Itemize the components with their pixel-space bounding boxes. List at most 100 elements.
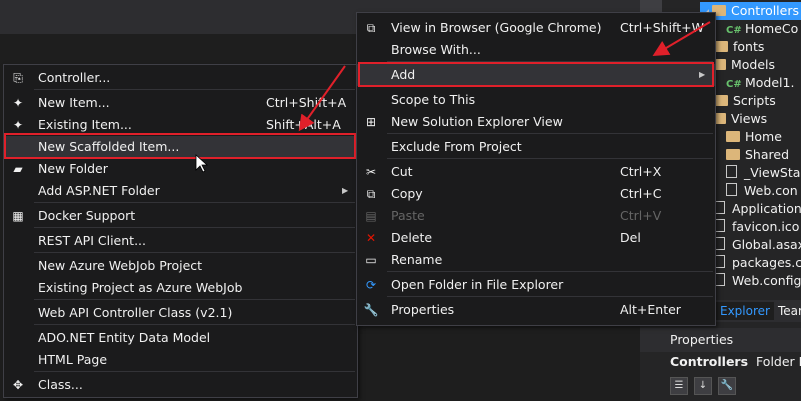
shortcut-label: Alt+Enter (620, 302, 681, 317)
menu-item-label: Cut (391, 164, 413, 179)
menu-item-label: Class... (38, 377, 83, 392)
menu-item-label: Exclude From Project (391, 139, 522, 154)
tree-item-label: Scripts (733, 93, 776, 108)
menu-item-label: ADO.NET Entity Data Model (38, 330, 211, 345)
folder-context-menu: ⧉ View in Browser (Google Chrome) Ctrl+Shi… (356, 12, 716, 326)
menu-item-rest-api-client[interactable]: REST API Client... (4, 230, 357, 252)
menu-item-exclude-from-project[interactable]: Exclude From Project (357, 136, 715, 158)
tree-item-web-con[interactable]: Web.con (726, 182, 798, 200)
tree-item-label: Web.con (744, 183, 798, 198)
tree-item-viewsta[interactable]: _ViewSta (726, 164, 800, 182)
tree-item-label: packages.co (732, 255, 801, 270)
tree-item-applicationl[interactable]: Applicationl (714, 200, 801, 218)
tree-item-models[interactable]: ◢Models (702, 56, 776, 74)
solution-explorer-icon: ⊞ (365, 115, 377, 129)
menu-item-browse-with[interactable]: Browse With... (357, 39, 715, 61)
razor-file-icon (726, 165, 737, 178)
submenu-arrow-icon: ▶ (342, 186, 349, 195)
folder-icon (714, 95, 728, 106)
wrench-icon: 🔧 (363, 303, 379, 317)
browser-icon: ⧉ (366, 21, 376, 35)
menu-item-label: Web API Controller Class (v2.1) (38, 305, 233, 320)
tree-item-global-asax[interactable]: Global.asax (714, 236, 801, 254)
menu-item-docker-support[interactable]: ▦ Docker Support (4, 205, 357, 227)
menu-item-new-solution-explorer-view[interactable]: ⊞ New Solution Explorer View (357, 111, 715, 133)
menu-item-web-api-controller-class-v2-1[interactable]: Web API Controller Class (v2.1) (4, 302, 357, 324)
menu-item-label: Properties (391, 302, 455, 317)
menu-item-cut[interactable]: ✂ Cut Ctrl+X (357, 161, 715, 183)
menu-separator (34, 89, 355, 90)
property-pages-icon[interactable]: 🔧 (718, 377, 736, 395)
menu-item-label: Controller... (38, 70, 111, 85)
config-file-icon (726, 183, 737, 196)
tree-item-label: Home (745, 129, 782, 144)
menu-item-label: New Solution Explorer View (391, 114, 563, 129)
menu-item-open-folder-in-file-explorer[interactable]: ⟳ Open Folder in File Explorer (357, 274, 715, 296)
menu-separator (387, 271, 713, 272)
tree-item-label: Shared (745, 147, 790, 162)
shortcut-label: Del (620, 230, 641, 245)
menu-item-rename[interactable]: ▭ Rename (357, 249, 715, 271)
menu-item-label: Existing Project as Azure WebJob (38, 280, 243, 295)
properties-object-name: Controllers (670, 354, 749, 369)
tree-item-label: fonts (733, 39, 765, 54)
add-submenu: ⎘ Controller... ✦ New Item... Ctrl+Shift+A ✦ E… (3, 64, 358, 398)
menu-item-new-folder[interactable]: ▰ New Folder (4, 158, 357, 180)
menu-item-html-page[interactable]: HTML Page (4, 349, 357, 371)
menu-item-new-item[interactable]: ✦ New Item... Ctrl+Shift+A (4, 92, 357, 114)
docker-icon: ▦ (12, 209, 24, 223)
menu-item-delete[interactable]: ✕ Delete Del (357, 227, 715, 249)
copy-icon: ⧉ (366, 187, 376, 201)
csharp-file-icon: C# (726, 79, 742, 90)
annotation-highlight-box (358, 62, 714, 87)
menu-separator (387, 296, 713, 297)
shortcut-label: Ctrl+V (620, 208, 662, 223)
menu-item-ado-net-entity-data-model[interactable]: ADO.NET Entity Data Model (4, 327, 357, 349)
tree-item-fonts[interactable]: fonts (714, 38, 764, 56)
new-item-icon: ✦ (12, 96, 24, 110)
menu-separator (34, 371, 355, 372)
tab-solution-explorer[interactable]: Explorer (716, 302, 774, 320)
tree-item-scripts[interactable]: Scripts (714, 92, 776, 110)
tree-item-favicon-ico[interactable]: favicon.ico (714, 218, 799, 236)
menu-item-view-in-browser-google-chrome[interactable]: ⧉ View in Browser (Google Chrome) Ctrl+Shi… (357, 17, 715, 39)
menu-separator (34, 299, 355, 300)
categorized-icon[interactable]: ☰ (670, 377, 688, 395)
tree-item-label: _ViewSta (744, 165, 801, 180)
delete-icon: ✕ (365, 231, 377, 245)
folder-icon (726, 149, 740, 160)
menu-item-properties[interactable]: 🔧 Properties Alt+Enter (357, 299, 715, 321)
menu-separator (34, 227, 355, 228)
menu-item-label: Open Folder in File Explorer (391, 277, 564, 292)
menu-item-copy[interactable]: ⧉ Copy Ctrl+C (357, 183, 715, 205)
menu-item-new-azure-webjob-project[interactable]: New Azure WebJob Project (4, 255, 357, 277)
properties-object-selector[interactable]: Controllers Folder Pro (670, 352, 801, 372)
menu-item-controller[interactable]: ⎘ Controller... (4, 67, 357, 89)
menu-item-add-asp-net-folder[interactable]: Add ASP.NET Folder ▶ (4, 180, 357, 202)
menu-separator (34, 252, 355, 253)
menu-item-label: New Item... (38, 95, 110, 110)
tree-item-packages-co[interactable]: packages.co (714, 254, 801, 272)
alphabetical-icon[interactable]: ↓ (694, 377, 712, 395)
menu-item-class[interactable]: ✥ Class... (4, 374, 357, 396)
tree-item-shared[interactable]: Shared (726, 146, 789, 164)
tree-item-model1[interactable]: C# Model1. (726, 74, 794, 92)
menu-item-label: Rename (391, 252, 443, 267)
menu-item-label: New Azure WebJob Project (38, 258, 203, 273)
menu-separator (387, 158, 713, 159)
tree-item-label: Models (731, 57, 776, 72)
class-icon: ✥ (12, 378, 24, 392)
shortcut-label: Ctrl+X (620, 164, 662, 179)
menu-item-scope-to-this[interactable]: Scope to This (357, 89, 715, 111)
tree-item-views[interactable]: ◢Views (702, 110, 767, 128)
annotation-highlight-box (4, 133, 356, 159)
menu-item-label: REST API Client... (38, 233, 146, 248)
tree-item-homeco[interactable]: C# HomeCo (726, 20, 798, 38)
tree-item-label: favicon.ico (732, 219, 800, 234)
menu-item-existing-project-as-azure-webjob[interactable]: Existing Project as Azure WebJob (4, 277, 357, 299)
tree-item-web-config[interactable]: Web.config (714, 272, 801, 290)
tree-item-home[interactable]: Home (726, 128, 782, 146)
menu-item-label: Scope to This (391, 92, 476, 107)
tab-team-explorer[interactable]: Tear (774, 302, 801, 320)
refresh-icon: ⟳ (365, 278, 377, 292)
